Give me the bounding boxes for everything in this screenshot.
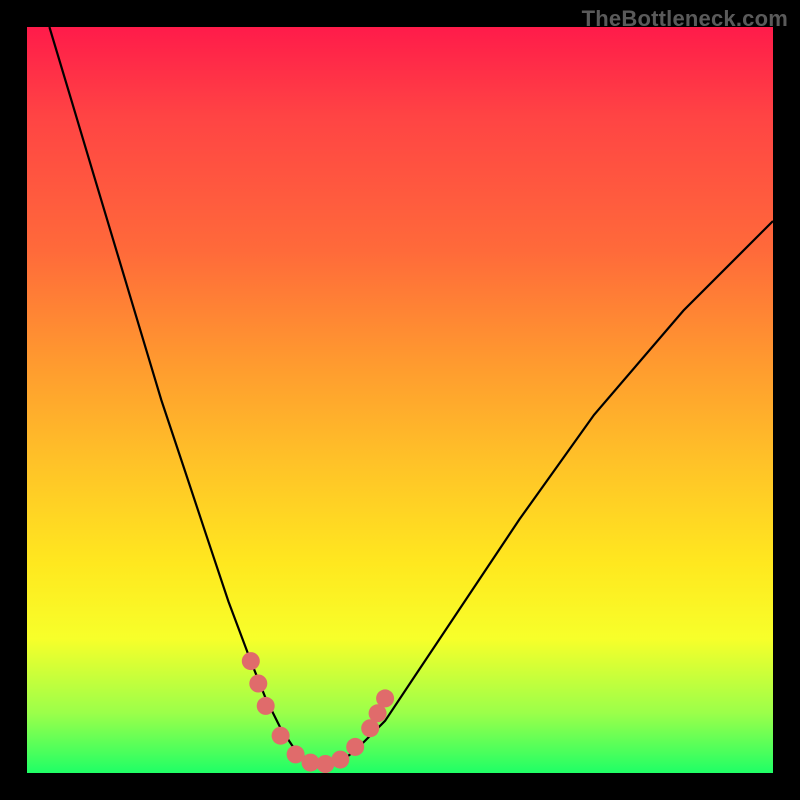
- highlight-dot: [376, 689, 394, 707]
- highlight-dot: [249, 675, 267, 693]
- highlight-dot: [346, 738, 364, 756]
- bottleneck-curve: [49, 27, 773, 766]
- watermark-text: TheBottleneck.com: [582, 6, 788, 32]
- plot-area: [27, 27, 773, 773]
- highlight-dot: [257, 697, 275, 715]
- highlight-dot: [242, 652, 260, 670]
- highlight-dots: [242, 652, 394, 773]
- chart-svg: [27, 27, 773, 773]
- highlight-dot: [272, 727, 290, 745]
- outer-frame: TheBottleneck.com: [0, 0, 800, 800]
- highlight-dot: [331, 751, 349, 769]
